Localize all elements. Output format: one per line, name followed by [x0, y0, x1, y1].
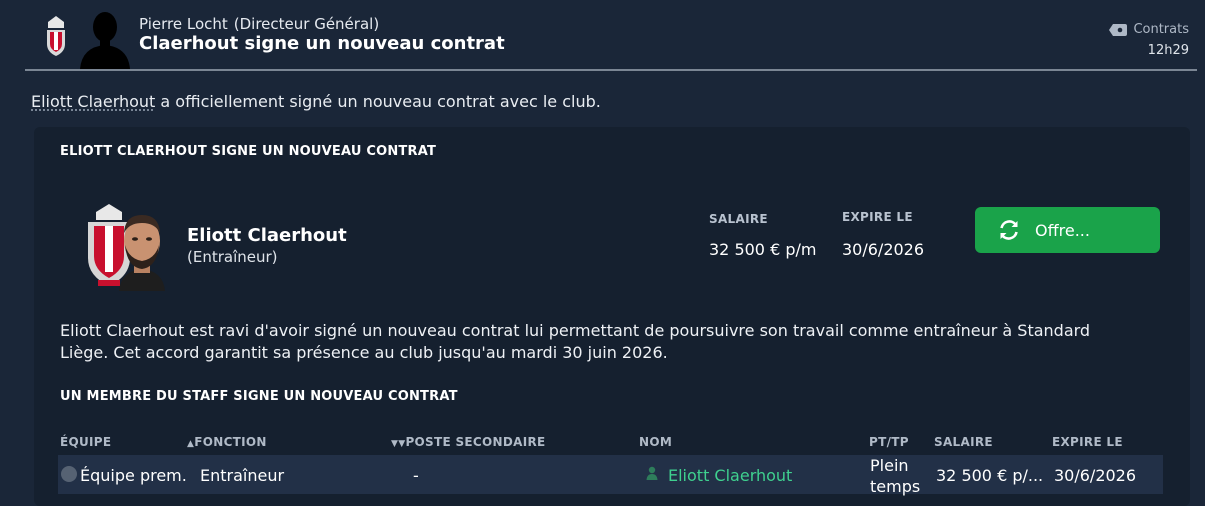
expires-value: 30/6/2026: [842, 240, 925, 259]
cell-pt-tp-line2: temps: [870, 477, 921, 496]
refresh-icon: [1000, 220, 1018, 240]
col-header-team[interactable]: ÉQUIPE: [60, 435, 111, 449]
col-header-name[interactable]: NOM: [639, 435, 672, 449]
intro-text: Eliott Claerhout a officiellement signé …: [31, 92, 601, 111]
cell-secondary: -: [413, 466, 419, 485]
cell-pt-tp-line1: Plein: [870, 456, 909, 475]
message-time: 12h29: [1147, 43, 1189, 58]
salary-value: 32 500 € p/m: [709, 240, 817, 259]
header-divider: [25, 69, 1197, 71]
sender-avatar-silhouette[interactable]: [78, 7, 132, 69]
cell-expires: 30/6/2026: [1054, 466, 1137, 485]
person-icon: [646, 466, 658, 480]
player-face-avatar[interactable]: [115, 209, 169, 291]
cell-name-link[interactable]: Eliott Claerhout: [668, 466, 792, 485]
check-circle-icon[interactable]: [61, 466, 77, 482]
cell-team: Équipe prem.: [80, 466, 187, 485]
col-header-salary[interactable]: SALAIRE: [934, 435, 993, 449]
contract-description: Eliott Claerhout est ravi d'avoir signé …: [60, 321, 1091, 362]
intro-rest: a officiellement signé un nouveau contra…: [155, 92, 601, 111]
expires-label: EXPIRE LE: [842, 210, 913, 224]
section-title-contract: ELIOTT CLAERHOUT SIGNE UN NOUVEAU CONTRA…: [60, 144, 437, 159]
col-header-function[interactable]: ▲FONCTION: [187, 435, 267, 449]
category-label[interactable]: Contrats: [1109, 22, 1189, 37]
category-text: Contrats: [1133, 22, 1189, 37]
person-role: (Entraîneur): [187, 248, 278, 266]
intro-person-link[interactable]: Eliott Claerhout: [31, 92, 155, 111]
sender-role: (Directeur Général): [233, 15, 380, 33]
col-header-secondary[interactable]: ▼▼POSTE SECONDAIRE: [391, 435, 546, 449]
sender-line: Pierre Locht (Directeur Général): [139, 15, 379, 33]
message-subject: Claerhout signe un nouveau contrat: [139, 33, 505, 54]
offer-button[interactable]: Offre...: [975, 207, 1160, 253]
club-crest-icon[interactable]: [44, 14, 68, 58]
col-header-expires[interactable]: EXPIRE LE: [1052, 435, 1123, 449]
content-panel: [34, 127, 1190, 506]
sort-desc-icon: ▼▼: [391, 439, 406, 449]
section-title-staff: UN MEMBRE DU STAFF SIGNE UN NOUVEAU CONT…: [60, 389, 458, 404]
cell-function: Entraîneur: [200, 466, 285, 485]
salary-label: SALAIRE: [709, 212, 768, 226]
sender-name[interactable]: Pierre Locht: [139, 15, 228, 33]
tag-icon: [1109, 23, 1128, 36]
person-name[interactable]: Eliott Claerhout: [187, 225, 347, 246]
cell-salary: 32 500 € p/...: [936, 466, 1044, 485]
offer-button-label: Offre...: [1035, 220, 1090, 240]
message-header: Pierre Locht (Directeur Général) Claerhou…: [0, 0, 1205, 70]
col-header-pt-tp[interactable]: PT/TP: [869, 435, 909, 449]
cell-pt-tp: Plein temps: [870, 455, 920, 497]
